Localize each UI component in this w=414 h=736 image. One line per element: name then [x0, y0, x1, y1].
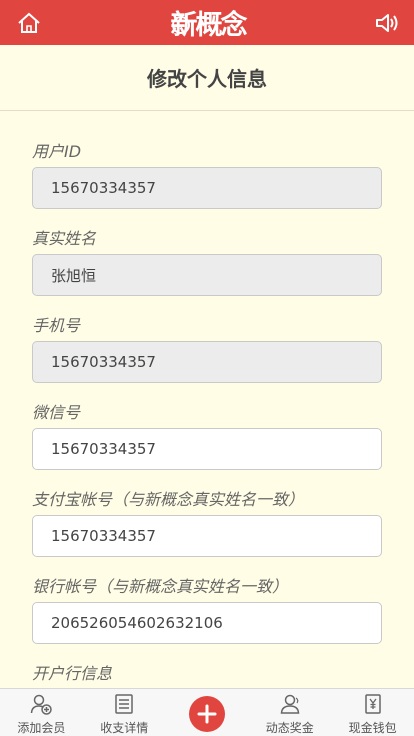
nav-add-member[interactable]: 添加会员 — [0, 689, 83, 736]
bank-info-label: 开户行信息 — [32, 664, 113, 683]
phone-label: 手机号 — [32, 316, 81, 335]
user-id-label: 用户ID — [32, 142, 82, 161]
alipay-label: 支付宝帐号（与新概念真实姓名一致） — [32, 490, 305, 509]
speaker-icon[interactable] — [374, 10, 400, 36]
top-bar: 新概念 — [0, 0, 414, 45]
bank-account-field[interactable] — [32, 602, 382, 644]
logo: 新概念 — [168, 2, 248, 42]
phone-field — [32, 341, 382, 383]
real-name-label: 真实姓名 — [32, 229, 97, 248]
add-user-icon — [31, 694, 53, 715]
nav-label: 收支详情 — [100, 721, 149, 735]
plus-icon — [197, 704, 217, 724]
nav-label: 添加会员 — [17, 721, 66, 735]
wechat-field[interactable] — [32, 428, 382, 470]
title-bar: 修改个人信息 — [0, 45, 414, 111]
home-icon[interactable] — [16, 10, 42, 36]
bank-account-label: 银行帐号（与新概念真实姓名一致） — [32, 577, 289, 596]
users-icon — [280, 694, 300, 714]
nav-cash-wallet[interactable]: 现金钱包 — [331, 689, 414, 736]
list-icon — [115, 694, 133, 714]
logo-mark — [172, 16, 190, 34]
page-title: 修改个人信息 — [147, 67, 267, 91]
add-button[interactable] — [189, 696, 225, 732]
wallet-icon — [364, 694, 381, 714]
user-id-field — [32, 167, 382, 209]
profile-form: 用户ID 真实姓名 手机号 微信号 支付宝帐号（与新概念真实姓名一致） 银行帐号… — [32, 137, 382, 689]
nav-label: 现金钱包 — [348, 721, 397, 735]
nav-dynamic-bonus[interactable]: 动态奖金 — [248, 689, 331, 736]
real-name-field — [32, 254, 382, 296]
nav-label: 动态奖金 — [265, 721, 314, 735]
alipay-field[interactable] — [32, 515, 382, 557]
wechat-label: 微信号 — [32, 403, 81, 422]
nav-transactions[interactable]: 收支详情 — [83, 689, 166, 736]
